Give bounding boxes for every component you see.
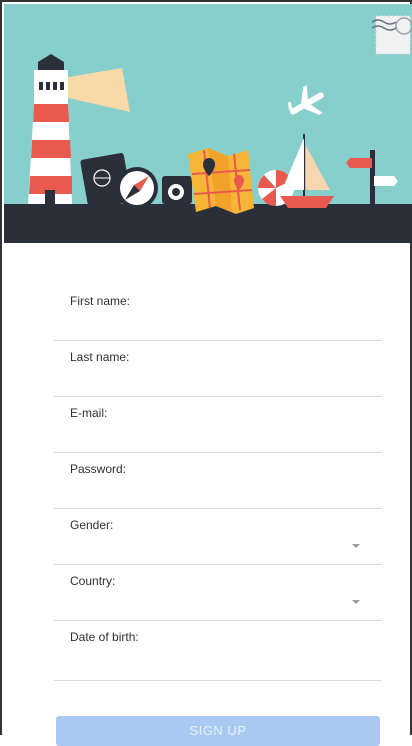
signpost-icon <box>346 150 398 206</box>
dropdown-caret-icon[interactable] <box>352 544 360 548</box>
airplane-icon <box>288 85 324 115</box>
last-name-field[interactable]: Last name: <box>54 340 382 397</box>
dropdown-caret-icon[interactable] <box>352 600 360 604</box>
gender-select[interactable]: Gender: <box>54 508 382 565</box>
email-label: E-mail: <box>70 406 108 420</box>
password-label: Password: <box>70 462 127 476</box>
signup-form: First name: Last name: E-mail: Password:… <box>2 243 412 746</box>
camera-icon <box>162 176 192 204</box>
date-of-birth-label: Date of birth: <box>70 630 139 644</box>
country-select[interactable]: Country: <box>54 564 382 621</box>
page-frame: First name: Last name: E-mail: Password:… <box>0 0 412 746</box>
gender-label: Gender: <box>70 518 114 532</box>
hero-illustration <box>4 4 412 243</box>
date-of-birth-field[interactable]: Date of birth: <box>54 620 382 681</box>
travel-banner-image <box>4 15 412 243</box>
postage-stamp-icon <box>371 15 412 55</box>
first-name-label: First name: <box>70 294 131 308</box>
password-field[interactable]: Password: <box>54 452 382 509</box>
email-field[interactable]: E-mail: <box>54 396 382 453</box>
compass-icon <box>116 167 158 209</box>
ground-band <box>4 204 412 243</box>
sailboat-icon <box>280 134 334 208</box>
sign-up-button[interactable]: SIGN UP <box>56 716 380 746</box>
country-label: Country: <box>70 574 116 588</box>
first-name-field[interactable]: First name: <box>54 284 382 341</box>
last-name-label: Last name: <box>70 350 130 364</box>
map-icon <box>188 148 254 214</box>
